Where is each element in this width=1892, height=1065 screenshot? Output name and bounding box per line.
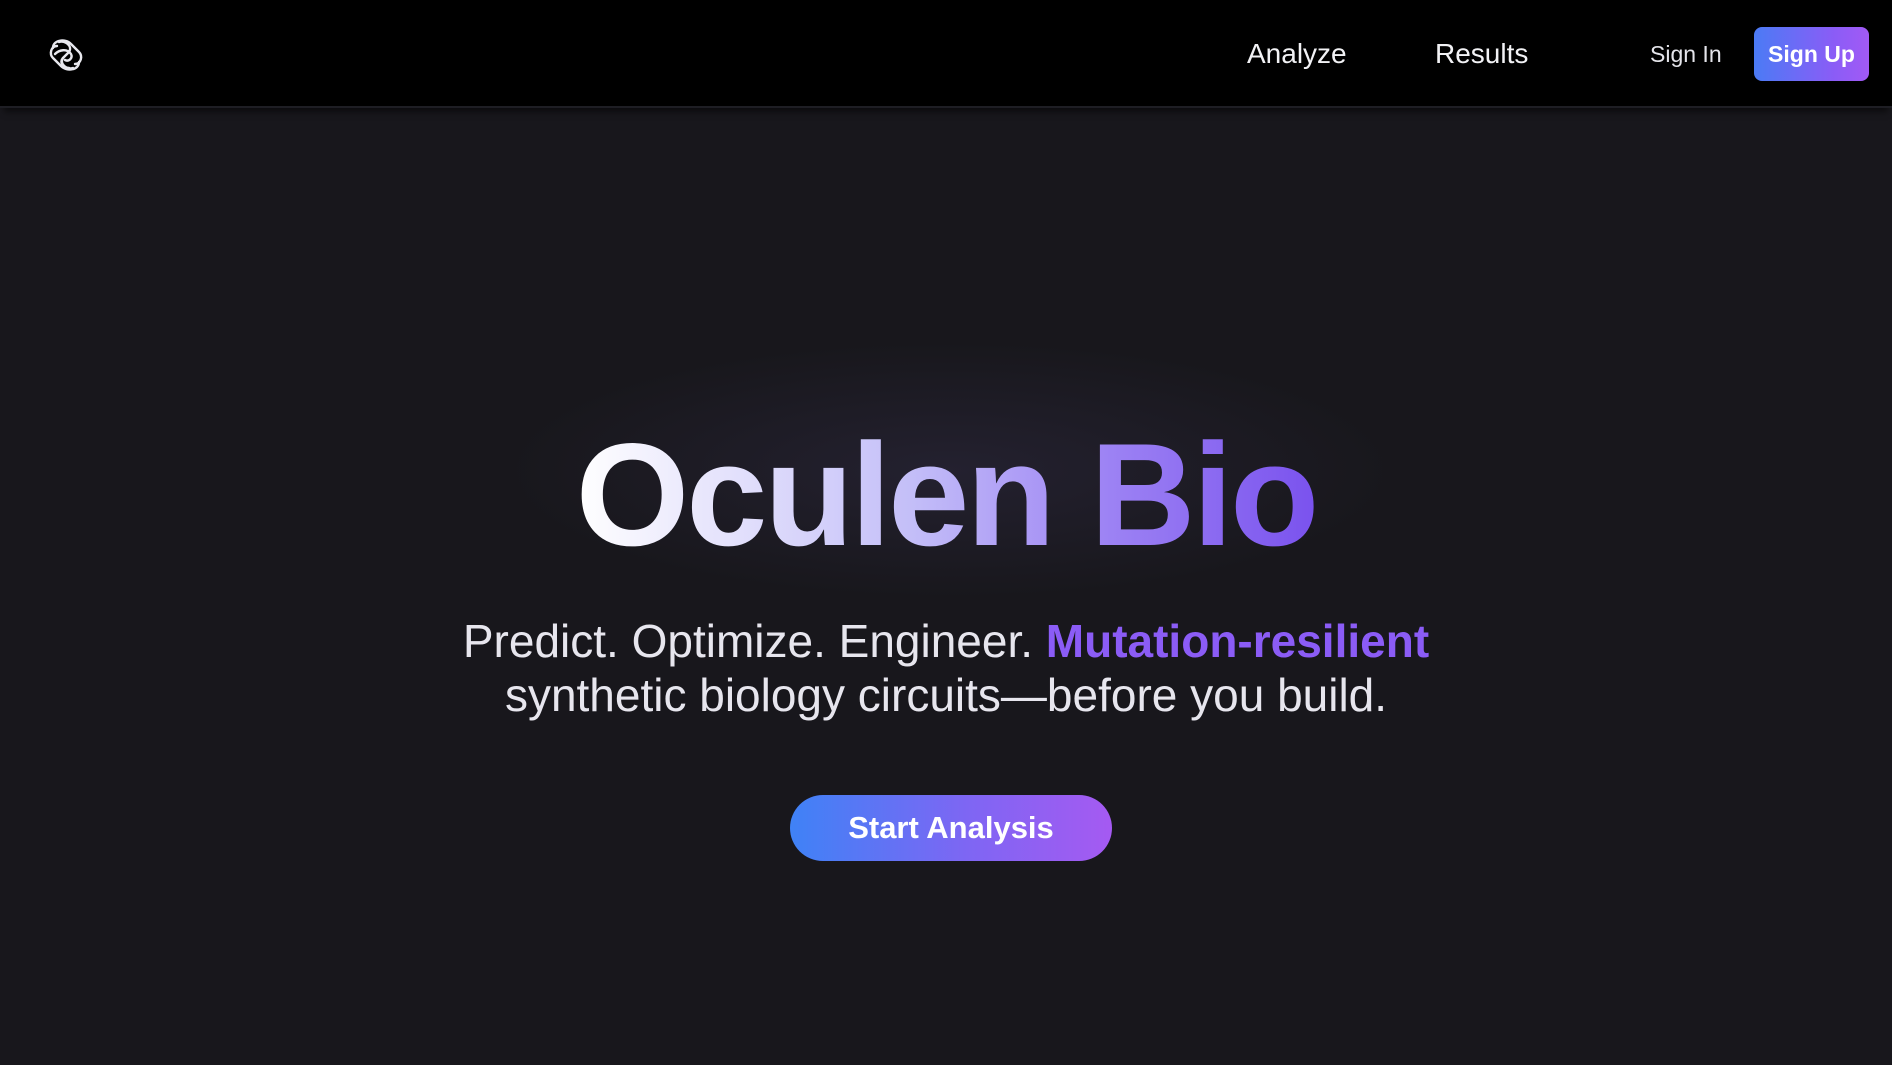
sign-up-button[interactable]: Sign Up [1754, 27, 1869, 81]
subtitle-highlight: Mutation-resilient [1045, 615, 1430, 667]
hero-subtitle-line-1: Predict. Optimize. Engineer. Mutation-re… [0, 614, 1892, 668]
sign-in-link[interactable]: Sign In [1650, 38, 1722, 70]
subtitle-text: Predict. Optimize. Engineer. [462, 615, 1034, 667]
start-analysis-button[interactable]: Start Analysis [790, 795, 1112, 861]
knot-logo-icon[interactable] [45, 34, 87, 76]
hero-subtitle-line-2: synthetic biology circuits—before you bu… [504, 669, 1388, 721]
nav-link-results[interactable]: Results [1435, 36, 1528, 72]
hero-title: Oculen Bio [0, 420, 1892, 570]
hero-title-text: Oculen Bio [575, 413, 1320, 576]
nav-link-analyze[interactable]: Analyze [1247, 36, 1347, 72]
top-navbar: Analyze Results Sign In Sign Up [0, 0, 1892, 108]
